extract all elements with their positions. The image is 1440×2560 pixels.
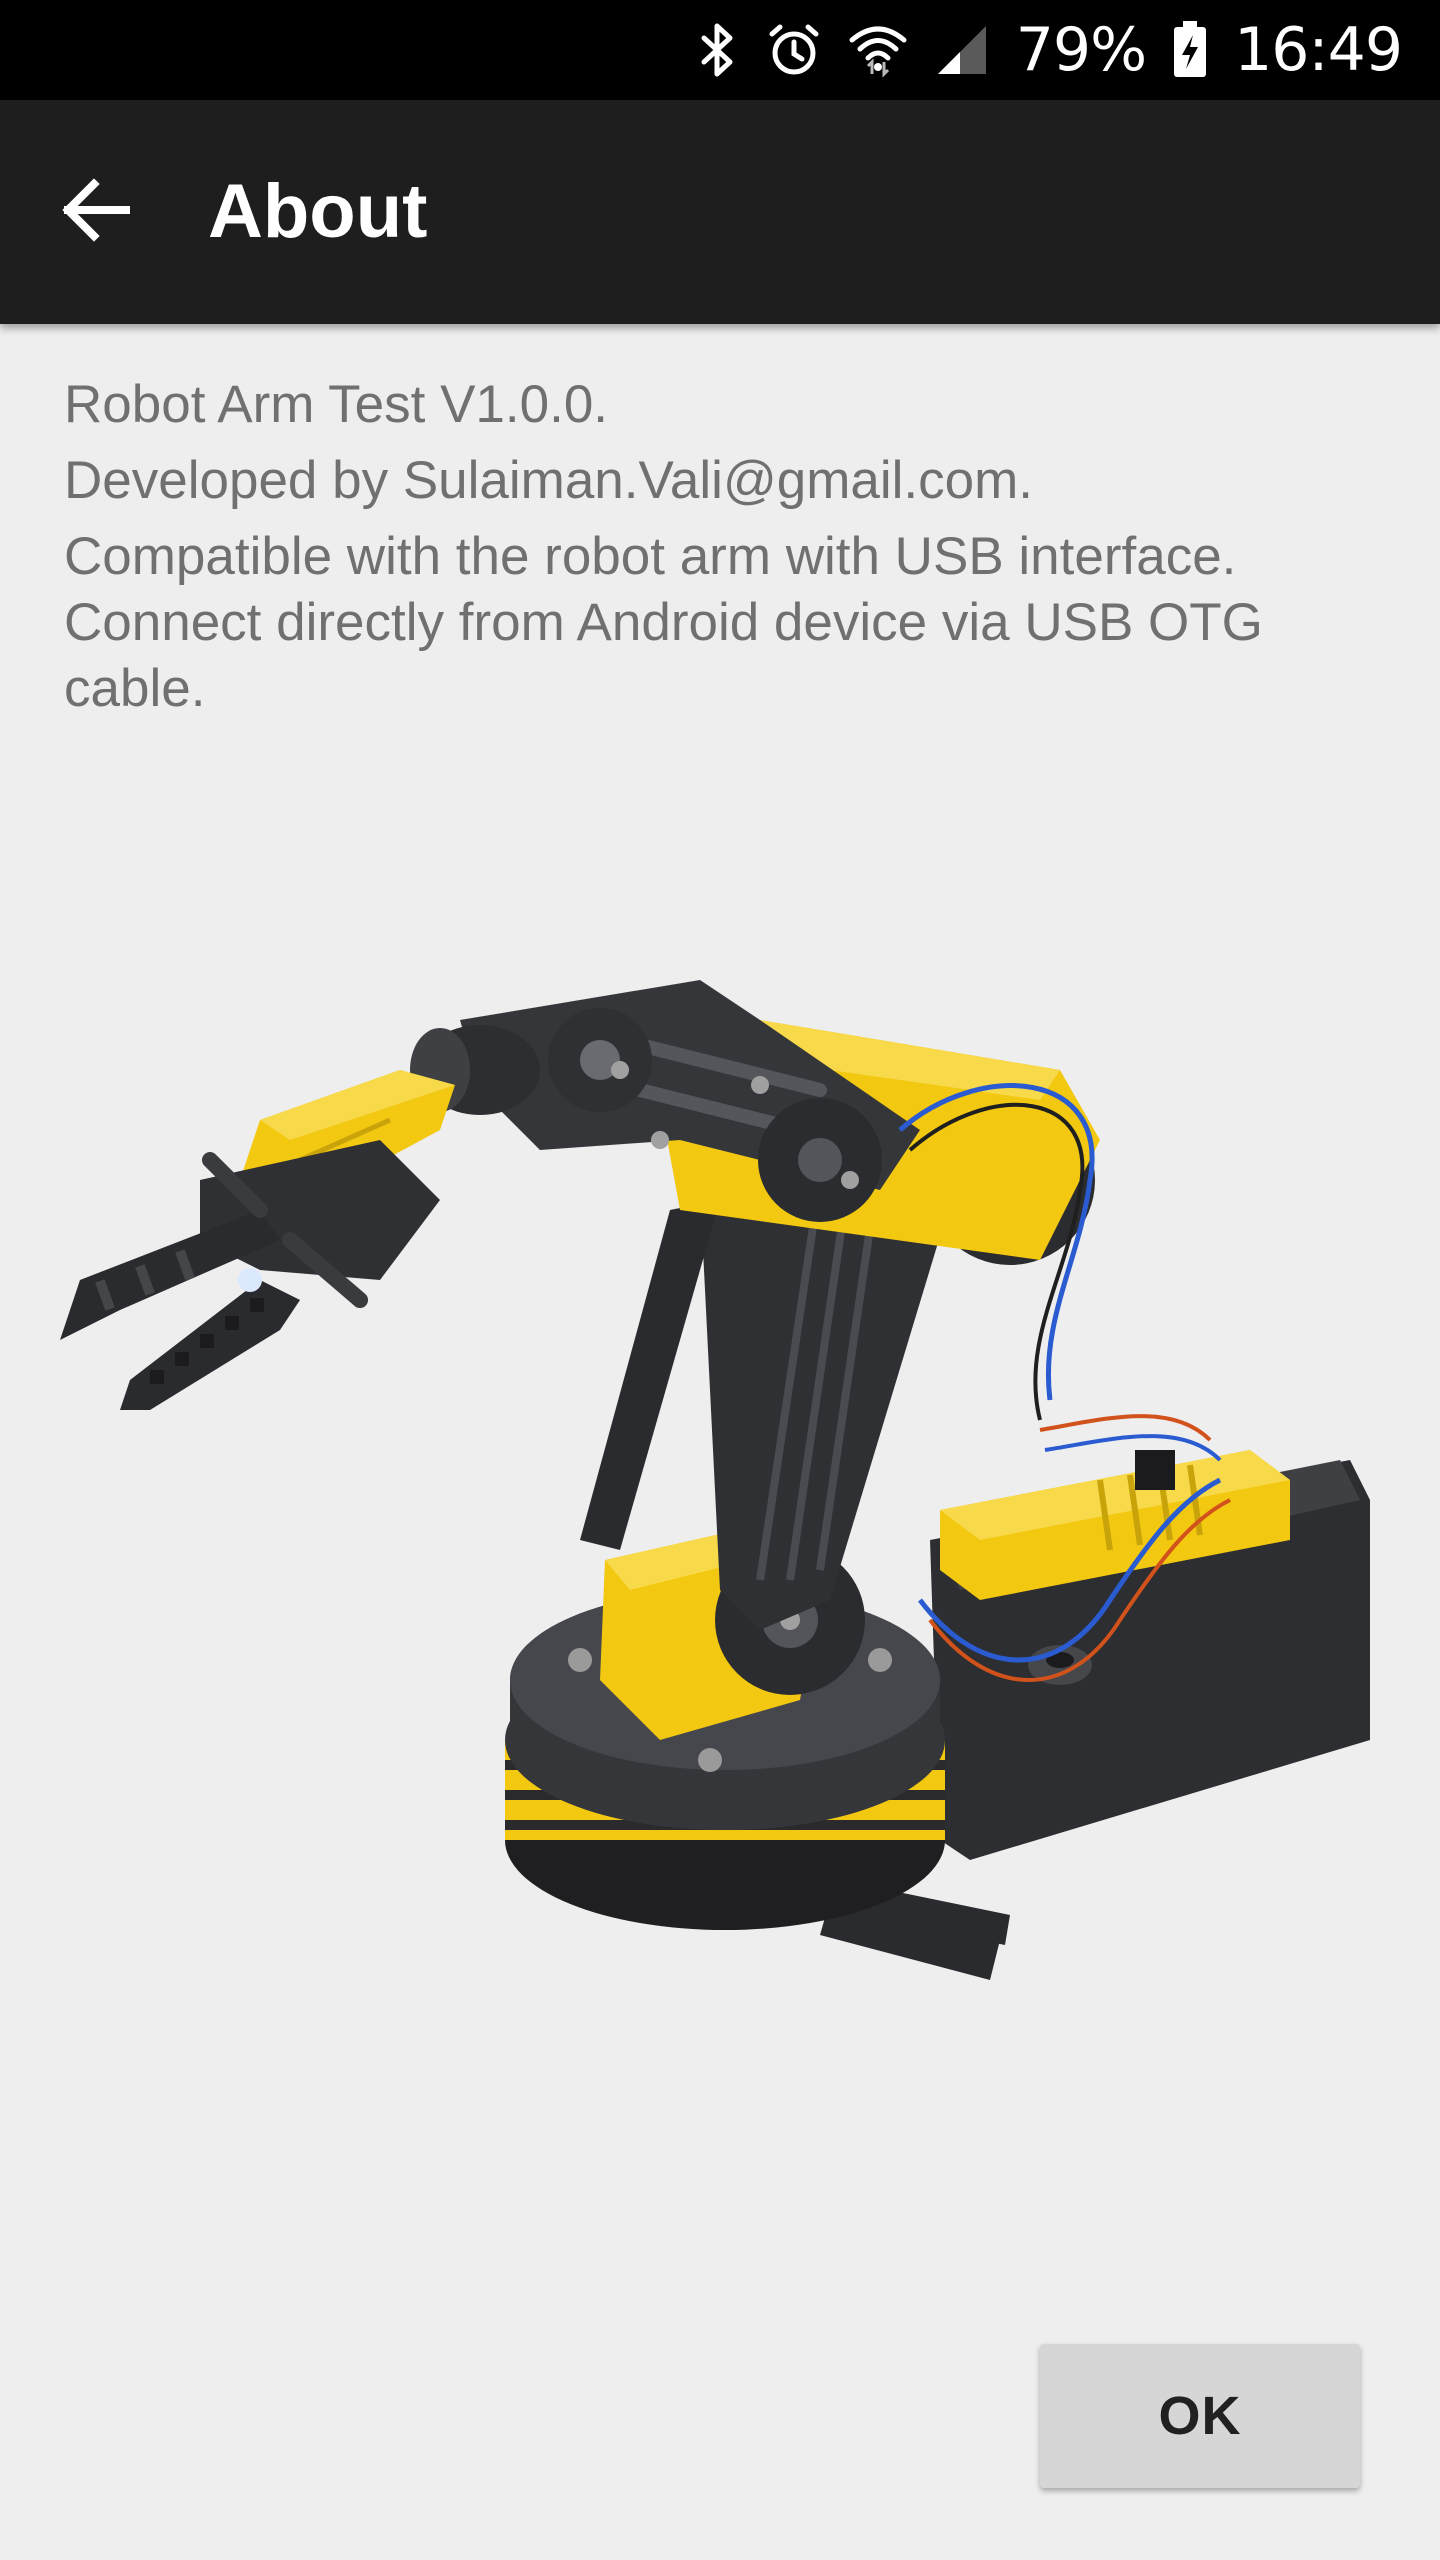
about-content: Robot Arm Test V1.0.0. Developed by Sula… <box>64 372 1374 722</box>
battery-charging-icon <box>1172 21 1208 79</box>
version-text: Robot Arm Test V1.0.0. <box>64 375 609 434</box>
app-bar: About <box>0 100 1440 324</box>
compatibility-text: Compatible with the robot arm with USB i… <box>64 527 1237 586</box>
ok-button[interactable]: OK <box>1040 2344 1360 2488</box>
battery-percent: 79% <box>1015 15 1147 85</box>
status-icons: 79% 16:49 <box>696 0 1403 100</box>
back-button[interactable] <box>40 156 152 268</box>
arrow-left-icon <box>60 174 132 251</box>
status-bar: 79% 16:49 <box>0 0 1440 100</box>
developer-text: Developed by Sulaiman.Vali@gmail.com. <box>64 451 1033 510</box>
bluetooth-icon <box>696 22 740 78</box>
cellular-signal-icon <box>934 22 990 78</box>
clock: 16:49 <box>1234 15 1403 85</box>
wifi-icon <box>848 22 908 78</box>
robot-arm-image <box>60 980 1400 2040</box>
connection-text: Connect directly from Android device via… <box>64 593 1263 718</box>
page-title: About <box>208 169 428 254</box>
alarm-icon <box>766 22 822 78</box>
